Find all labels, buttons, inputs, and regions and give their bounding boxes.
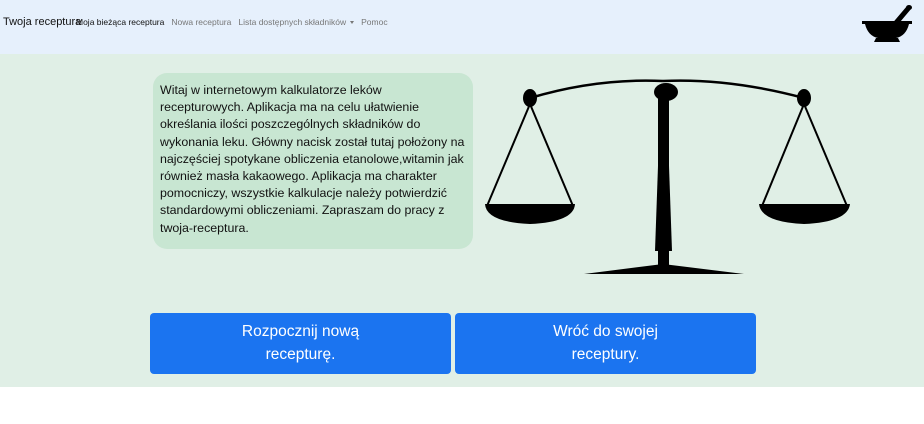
nav-menu: Moja bieżąca receptura Nowa receptura Li… xyxy=(76,17,395,27)
mortar-and-pestle-icon[interactable] xyxy=(860,4,914,46)
start-button-line2: recepturę. xyxy=(265,346,336,363)
back-button-line2: receptury. xyxy=(571,346,640,363)
nav-item-ingredients-label: Lista dostępnych składników xyxy=(238,17,347,27)
welcome-panel: Witaj w internetowym kalkulatorze leków … xyxy=(153,73,473,249)
nav-item-help[interactable]: Pomoc xyxy=(361,17,387,27)
nav-item-new-recipe[interactable]: Nowa receptura xyxy=(171,17,231,27)
navbar: Twoja receptura Moja bieżąca receptura N… xyxy=(0,0,924,54)
start-button-line1: Rozpocznij nową xyxy=(241,323,360,340)
navbar-brand[interactable]: Twoja receptura xyxy=(3,16,81,28)
dropdown-caret-icon xyxy=(350,21,355,25)
start-new-recipe-button[interactable]: Rozpocznij nową recepturę. xyxy=(150,313,451,374)
nav-item-ingredients-dropdown[interactable]: Lista dostępnych składników xyxy=(238,17,355,27)
return-to-recipe-button[interactable]: Wróć do swojej receptury. xyxy=(455,313,756,374)
main-section: Witaj w internetowym kalkulatorze leków … xyxy=(0,54,924,387)
back-button-line1: Wróć do swojej xyxy=(553,323,658,340)
balance-scale-icon xyxy=(485,79,850,274)
nav-item-current-recipe[interactable]: Moja bieżąca receptura xyxy=(76,17,164,27)
